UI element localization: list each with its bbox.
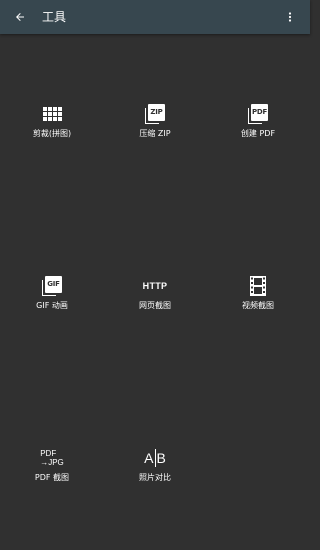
tool-label: 创建 PDF	[240, 129, 276, 138]
tool-crop-collage[interactable]: 剪裁(拼图)	[7, 100, 97, 156]
tool-webpage-screenshot[interactable]: HTTP 网页截图	[110, 272, 200, 328]
tool-create-pdf[interactable]: PDF 创建 PDF	[213, 100, 303, 156]
back-button[interactable]	[10, 7, 30, 27]
tool-label: GIF 动画	[36, 301, 68, 310]
http-icon: HTTP	[142, 281, 168, 291]
tool-label: 照片对比	[139, 473, 171, 482]
grid-icon	[7, 100, 97, 128]
tool-photo-compare[interactable]: A B 照片对比	[110, 444, 200, 500]
film-strip-icon	[213, 272, 303, 300]
compare-ab-icon: A B	[144, 449, 166, 467]
pdf-file-icon: PDF	[213, 100, 303, 128]
more-vert-icon	[288, 12, 292, 22]
gif-file-icon: GIF	[7, 272, 97, 300]
tool-gif-animation[interactable]: GIF GIF 动画	[7, 272, 97, 328]
tool-label: PDF 截图	[34, 473, 70, 482]
tool-label: 压缩 ZIP	[139, 129, 171, 138]
tool-pdf-screenshot[interactable]: PDF →JPG PDF 截图	[7, 444, 97, 500]
more-options-button[interactable]	[280, 7, 300, 27]
page-title: 工具	[42, 10, 67, 24]
tool-label: 网页截图	[139, 301, 171, 310]
tool-video-screenshot[interactable]: 视频截图	[213, 272, 303, 328]
zip-file-icon: ZIP	[110, 100, 200, 128]
pdf-to-jpg-icon: PDF →JPG	[40, 449, 64, 467]
tool-label: 视频截图	[242, 301, 274, 310]
tool-label: 剪裁(拼图)	[32, 129, 72, 138]
tool-compress-zip[interactable]: ZIP 压缩 ZIP	[110, 100, 200, 156]
arrow-left-icon	[16, 13, 24, 21]
app-bar: 工具	[0, 0, 310, 34]
